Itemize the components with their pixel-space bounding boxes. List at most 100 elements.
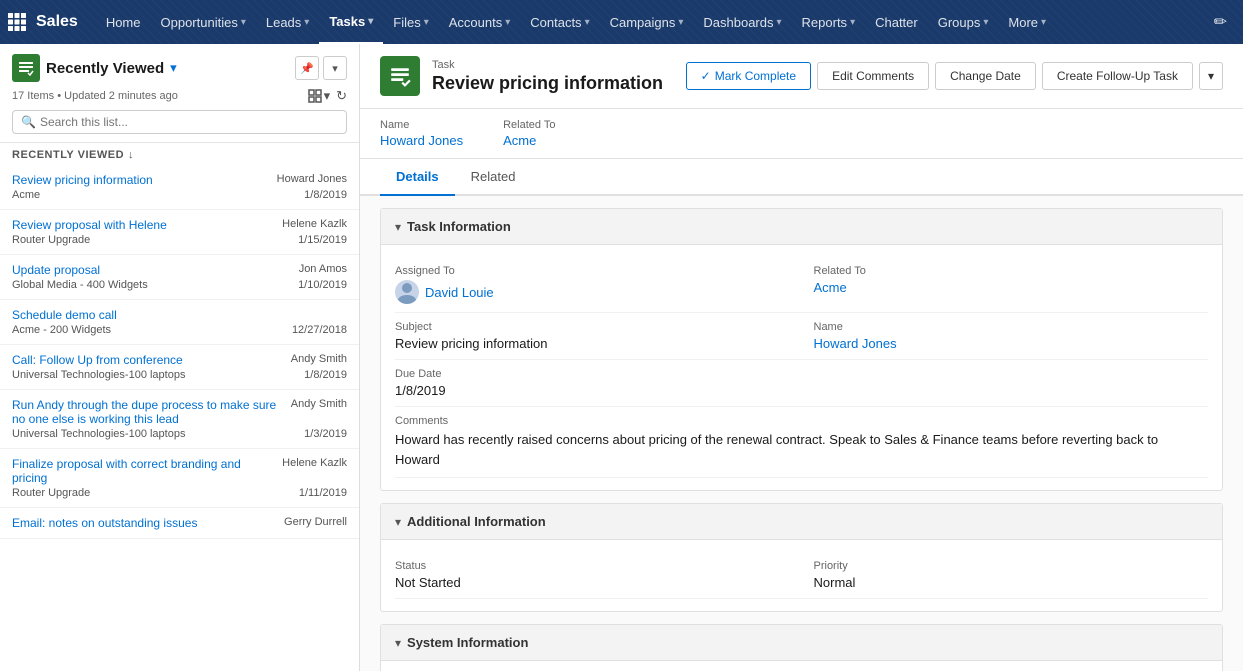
- assigned-to-label: Assigned To: [395, 265, 772, 277]
- assigned-to-value: David Louie: [395, 280, 772, 304]
- section-title: Additional Information: [407, 514, 546, 529]
- assigned-to-field: Assigned To David Louie ✏: [395, 257, 802, 313]
- list-item[interactable]: Call: Follow Up from conference Andy Smit…: [0, 345, 359, 390]
- list-item-sub: Acme: [12, 189, 40, 201]
- nav-item-home[interactable]: Home: [96, 0, 151, 44]
- list-item-date: 12/27/2018: [292, 324, 347, 336]
- name-value[interactable]: Howard Jones: [814, 336, 1197, 351]
- sidebar-meta-right: ▾ ↻: [308, 88, 347, 104]
- detail-record-icon: [380, 56, 420, 96]
- change-date-button[interactable]: Change Date: [935, 62, 1036, 90]
- related-to-value[interactable]: Acme: [814, 280, 1197, 295]
- nav-item-accounts[interactable]: Accounts ▾: [439, 0, 521, 44]
- edit-comments-button[interactable]: Edit Comments: [817, 62, 929, 90]
- refresh-button[interactable]: ↻: [336, 88, 347, 104]
- sidebar-title: Recently Viewed: [46, 60, 164, 77]
- status-value: Not Started: [395, 575, 772, 590]
- detail-title-block: Task Review pricing information: [432, 59, 663, 94]
- list-item-name: Email: notes on outstanding issues: [12, 516, 276, 530]
- chevron-down-icon: ▾: [304, 17, 309, 28]
- detail-actions: ✓ Mark Complete Edit Comments Change Dat…: [686, 62, 1223, 90]
- list-item[interactable]: Update proposalJon AmosGlobal Media - 40…: [0, 255, 359, 300]
- name-field: Name Howard Jones ✏: [802, 313, 1209, 360]
- due-date-label: Due Date: [395, 368, 772, 380]
- list-item-name: Call: Follow Up from conference: [12, 353, 283, 367]
- sidebar-title-actions: 📌 ▾: [295, 56, 347, 80]
- sidebar-title-dropdown[interactable]: ▾: [170, 60, 177, 76]
- detail-body: ▾ Task Information Assigned To David: [360, 196, 1243, 671]
- header-related-label: Related To: [503, 119, 555, 131]
- edit-nav-icon[interactable]: ✏: [1206, 8, 1235, 36]
- nav-item-more[interactable]: More ▾: [998, 0, 1056, 44]
- subject-field: Subject Review pricing information ✏: [395, 313, 802, 360]
- nav-item-groups[interactable]: Groups ▾: [928, 0, 999, 44]
- priority-field: Priority Normal ✏: [802, 552, 1209, 599]
- sidebar-dropdown-button[interactable]: ▾: [323, 56, 347, 80]
- chevron-down-icon: ▾: [850, 17, 855, 28]
- tab-related[interactable]: Related: [455, 159, 532, 196]
- status-field: Status Not Started ✏: [395, 552, 802, 599]
- list-item-sub: Router Upgrade: [12, 487, 90, 499]
- mark-complete-button[interactable]: ✓ Mark Complete: [686, 62, 811, 90]
- related-to-field: Related To Acme ✏: [802, 257, 1209, 313]
- list-item-name: Review pricing information: [12, 173, 269, 187]
- list-item-secondary: Howard Jones: [277, 173, 347, 185]
- section-collapse-icon: ▾: [395, 636, 401, 650]
- priority-label: Priority: [814, 560, 1197, 572]
- list-item-secondary: Andy Smith: [291, 398, 347, 410]
- nav-item-opportunities[interactable]: Opportunities ▾: [151, 0, 256, 44]
- list-item[interactable]: Email: notes on outstanding issues Gerry …: [0, 508, 359, 539]
- list-item[interactable]: Review proposal with HeleneHelene KazlkR…: [0, 210, 359, 255]
- list-item[interactable]: Finalize proposal with correct branding …: [0, 449, 359, 508]
- header-related-value[interactable]: Acme: [503, 133, 555, 148]
- system-information-header[interactable]: ▾ System Information: [381, 625, 1222, 661]
- detail-title: Review pricing information: [432, 73, 663, 94]
- search-input[interactable]: [40, 115, 338, 129]
- list-item-secondary: Jon Amos: [299, 263, 347, 275]
- subject-value: Review pricing information: [395, 336, 772, 351]
- list-item[interactable]: Review pricing information Howard Jones Ac…: [0, 165, 359, 210]
- nav-item-files[interactable]: Files ▾: [383, 0, 438, 44]
- actions-dropdown-button[interactable]: ▾: [1199, 62, 1223, 90]
- sidebar-list: Review pricing information Howard Jones Ac…: [0, 165, 359, 671]
- recently-viewed-label: RECENTLY VIEWED ↓: [0, 143, 359, 165]
- related-to-label: Related To: [814, 265, 1197, 277]
- task-information-body: Assigned To David Louie ✏ Related: [381, 245, 1222, 490]
- section-collapse-icon: ▾: [395, 515, 401, 529]
- list-item[interactable]: Run Andy through the dupe process to mak…: [0, 390, 359, 449]
- list-item-secondary: Gerry Durrell: [284, 516, 347, 528]
- nav-item-reports[interactable]: Reports ▾: [792, 0, 866, 44]
- nav-item-leads[interactable]: Leads ▾: [256, 0, 319, 44]
- sidebar-header: Recently Viewed ▾ 📌 ▾ 17 Items • Updated…: [0, 44, 359, 143]
- main-content: Task Review pricing information ✓ Mark C…: [360, 44, 1243, 671]
- nav-item-contacts[interactable]: Contacts ▾: [520, 0, 599, 44]
- nav-item-chatter[interactable]: Chatter: [865, 0, 928, 44]
- view-toggle-button[interactable]: ▾: [308, 88, 331, 104]
- list-item-sub: Universal Technologies-100 laptops: [12, 369, 185, 381]
- pin-button[interactable]: 📌: [295, 56, 319, 80]
- nav-item-tasks[interactable]: Tasks ▾: [319, 0, 383, 44]
- list-item-secondary: Andy Smith: [291, 353, 347, 365]
- list-item-sub: Universal Technologies-100 laptops: [12, 428, 185, 440]
- header-name-value[interactable]: Howard Jones: [380, 133, 463, 148]
- detail-header-left: Task Review pricing information: [380, 56, 663, 96]
- list-item-name: Update proposal: [12, 263, 291, 277]
- list-item[interactable]: Schedule demo call Acme - 200 Widgets 12/2…: [0, 300, 359, 345]
- list-item-date: 1/10/2019: [298, 279, 347, 291]
- list-item-name: Schedule demo call: [12, 308, 339, 322]
- top-nav: Sales Home Opportunities ▾ Leads ▾ Tasks…: [0, 0, 1243, 44]
- list-item-date: 1/11/2019: [299, 487, 347, 499]
- header-name-field: Name Howard Jones: [380, 119, 463, 148]
- task-information-section: ▾ Task Information Assigned To David: [380, 208, 1223, 491]
- list-item-name: Review proposal with Helene: [12, 218, 274, 232]
- assigned-to-name[interactable]: David Louie: [425, 285, 494, 300]
- nav-item-dashboards[interactable]: Dashboards ▾: [693, 0, 791, 44]
- task-information-header[interactable]: ▾ Task Information: [381, 209, 1222, 245]
- app-launcher-icon[interactable]: [8, 13, 26, 31]
- additional-information-header[interactable]: ▾ Additional Information: [381, 504, 1222, 540]
- tab-details[interactable]: Details: [380, 159, 455, 196]
- nav-item-campaigns[interactable]: Campaigns ▾: [600, 0, 694, 44]
- create-followup-button[interactable]: Create Follow-Up Task: [1042, 62, 1193, 90]
- chevron-down-icon: ▾: [424, 17, 429, 28]
- list-item-sub: Acme - 200 Widgets: [12, 324, 111, 336]
